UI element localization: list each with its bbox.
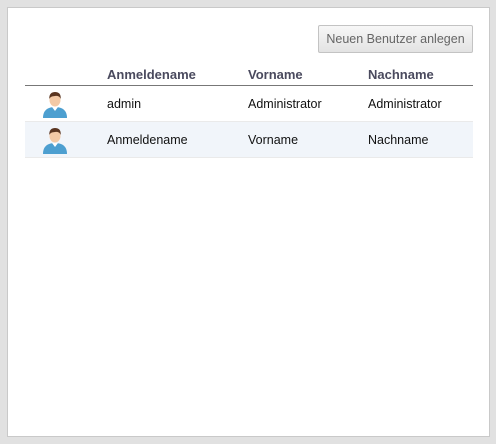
cell-lastname: Nachname bbox=[368, 133, 429, 147]
new-user-button[interactable]: Neuen Benutzer anlegen bbox=[318, 25, 473, 53]
table-header: Anmeldename Vorname Nachname bbox=[25, 65, 473, 86]
user-table: Anmeldename Vorname Nachname admin Admin… bbox=[25, 65, 473, 158]
cell-firstname: Vorname bbox=[248, 133, 299, 147]
cell-firstname: Administrator bbox=[248, 97, 322, 111]
window-frame: Neuen Benutzer anlegen Anmeldename Vorna… bbox=[0, 0, 496, 444]
cell-login: admin bbox=[107, 97, 142, 111]
user-list-panel: Neuen Benutzer anlegen Anmeldename Vorna… bbox=[7, 7, 490, 437]
column-header-login[interactable]: Anmeldename bbox=[107, 67, 196, 82]
cell-login: Anmeldename bbox=[107, 133, 188, 147]
cell-lastname: Administrator bbox=[368, 97, 442, 111]
table-row[interactable]: Anmeldename Vorname Nachname bbox=[25, 122, 473, 158]
column-header-lastname[interactable]: Nachname bbox=[368, 67, 434, 82]
user-avatar-icon bbox=[43, 128, 67, 154]
column-header-firstname[interactable]: Vorname bbox=[248, 67, 303, 82]
table-row[interactable]: admin Administrator Administrator bbox=[25, 86, 473, 122]
user-avatar-icon bbox=[43, 92, 67, 118]
